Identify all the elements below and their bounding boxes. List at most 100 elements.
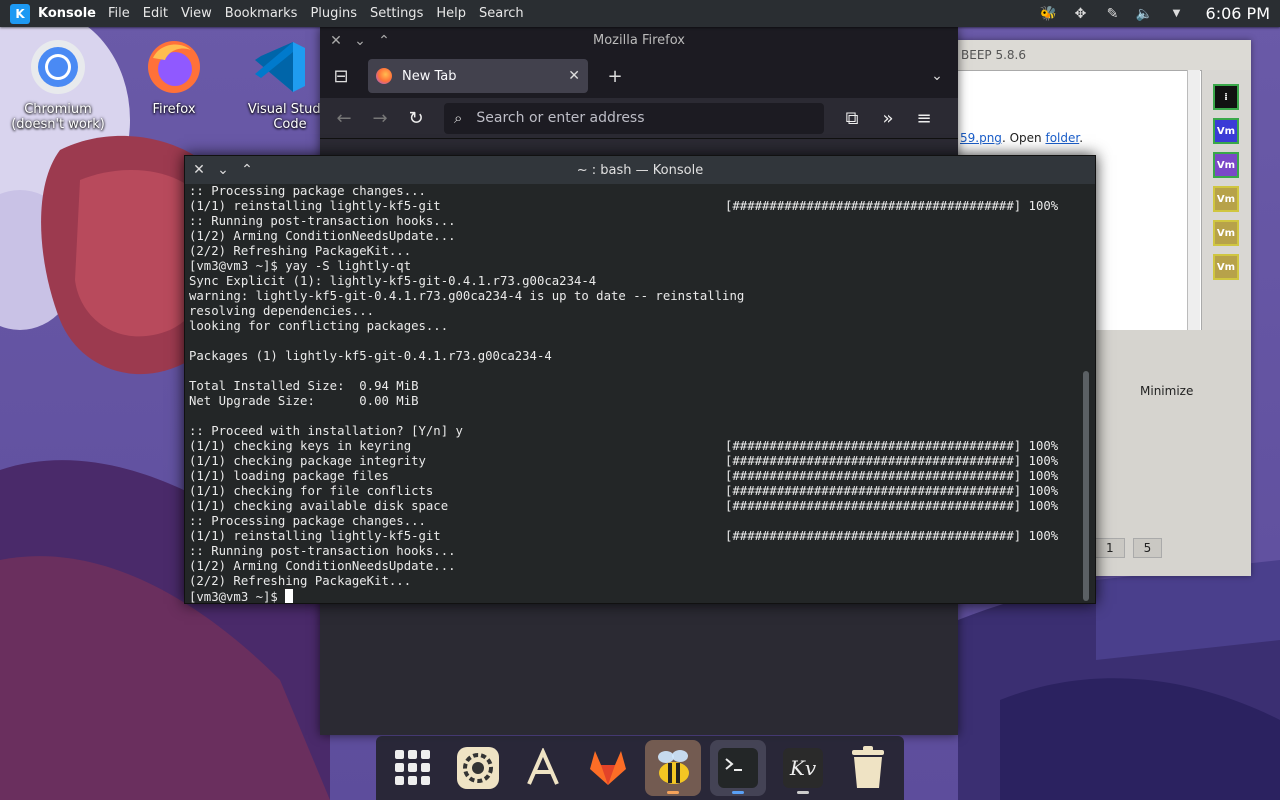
terminal-line: (1/1) loading package files [############… — [189, 469, 1079, 484]
close-tab-icon[interactable]: ✕ — [568, 68, 580, 84]
terminal-line-text: Net Upgrade Size: 0.00 MiB — [189, 394, 419, 408]
terminal-line: Net Upgrade Size: 0.00 MiB — [189, 394, 1079, 409]
minimize-icon[interactable]: ⌄ — [211, 162, 235, 178]
menu-settings[interactable]: Settings — [370, 6, 423, 21]
url-input[interactable] — [474, 109, 779, 127]
close-icon[interactable]: ✕ — [324, 33, 348, 49]
tab-new-tab[interactable]: New Tab ✕ — [368, 59, 588, 93]
beep-folder-link[interactable]: folder — [1045, 131, 1079, 145]
progress-bar-text: [######################################]… — [725, 454, 1059, 468]
maximize-icon[interactable]: ⌃ — [372, 33, 396, 49]
tray-expand-icon[interactable]: ▼ — [1168, 5, 1186, 23]
vm-icon-1[interactable]: Vm — [1213, 118, 1239, 144]
desktop-icon-label: Firefox — [152, 102, 196, 117]
minimize-label[interactable]: Minimize — [1140, 384, 1193, 398]
dock-item-app-grid[interactable] — [385, 740, 441, 796]
menu-search[interactable]: Search — [479, 6, 524, 21]
vm-icon-2[interactable]: Vm — [1213, 152, 1239, 178]
dock-item-gitlab[interactable] — [580, 740, 636, 796]
terminal-line-text: (1/2) Arming ConditionNeedsUpdate... — [189, 229, 456, 243]
terminal-scrollbar[interactable] — [1083, 371, 1089, 601]
text-cursor — [285, 589, 294, 603]
terminal-prompt-line[interactable]: [vm3@vm3 ~]$ — [189, 589, 1079, 603]
terminal-line: (1/2) Arming ConditionNeedsUpdate... — [189, 559, 1079, 574]
menu-bookmarks[interactable]: Bookmarks — [225, 6, 298, 21]
dock-item-trash[interactable] — [840, 740, 896, 796]
url-bar[interactable]: ⌕ — [444, 102, 824, 134]
desktop-icon-chromium[interactable]: Chromium (doesn't work) — [8, 38, 108, 132]
forward-icon[interactable]: → — [364, 108, 396, 129]
dock-item-kvantum[interactable]: Kv — [775, 740, 831, 796]
close-icon[interactable]: ✕ — [187, 162, 211, 178]
vm-icon-3[interactable]: Vm — [1213, 186, 1239, 212]
firefox-favicon-icon — [376, 68, 392, 84]
desktop-icon-firefox[interactable]: Firefox — [124, 38, 224, 117]
tab-label: New Tab — [402, 68, 457, 84]
terminal-line-text: :: Proceed with installation? [Y/n] y — [189, 424, 463, 438]
terminal-line-text: :: Running post-transaction hooks... — [189, 214, 456, 228]
vm-icon-5[interactable]: Vm — [1213, 254, 1239, 280]
terminal-line-text: resolving dependencies... — [189, 304, 375, 318]
menu-file[interactable]: File — [108, 6, 130, 21]
beep-file-name-link[interactable]: 59.png — [960, 131, 1002, 145]
terminal-line-text: Sync Explicit (1): lightly-kf5-git-0.4.1… — [189, 274, 597, 288]
clock[interactable]: 6:06 PM — [1206, 4, 1270, 23]
vm-icon-4[interactable]: Vm — [1213, 220, 1239, 246]
konsole-window-title: ~ : bash — Konsole — [576, 162, 704, 178]
running-indicator — [796, 791, 809, 794]
beep-scrollbar[interactable] — [1187, 70, 1200, 360]
terminal-line-text: (1/1) checking package integrity — [189, 454, 426, 468]
kde-launcher-icon[interactable]: K — [10, 3, 30, 24]
extensions-icon[interactable]: ⧉ — [836, 108, 868, 129]
dock-item-appstore[interactable] — [515, 740, 571, 796]
dock-item-settings[interactable] — [450, 740, 506, 796]
maximize-icon[interactable]: ⌃ — [235, 162, 259, 178]
dock-item-terminal[interactable] — [709, 740, 766, 796]
pen-icon[interactable]: ✎ — [1104, 5, 1122, 23]
terminal-line-text: (2/2) Refreshing PackageKit... — [189, 574, 412, 588]
terminal-line: (1/2) Arming ConditionNeedsUpdate... — [189, 229, 1079, 244]
desktop-icon-vscode[interactable]: Visual Studio Code — [240, 38, 320, 132]
back-icon[interactable]: ← — [328, 108, 360, 129]
volume-icon[interactable]: 🔈 — [1136, 5, 1154, 23]
progress-bar-text: [######################################]… — [725, 439, 1059, 453]
new-tab-icon[interactable]: + — [600, 66, 630, 87]
reload-icon[interactable]: ↻ — [400, 108, 432, 129]
menu-view[interactable]: View — [181, 6, 212, 21]
dock-item-beep[interactable] — [644, 740, 701, 796]
minimize-icon[interactable]: ⌄ — [348, 33, 372, 49]
terminal-line: (2/2) Refreshing PackageKit... — [189, 574, 1079, 589]
beep-open-label: Open — [1009, 131, 1042, 145]
beep-status-bar: 1 5 — [1095, 538, 1163, 558]
terminal-line: Packages (1) lightly-kf5-git-0.4.1.r73.g… — [189, 349, 1079, 364]
terminal-line: :: Running post-transaction hooks... — [189, 214, 1079, 229]
kvantum-icon: Kv — [782, 748, 823, 788]
network-icon[interactable]: ✥ — [1072, 5, 1090, 23]
beep-window-title: BEEP 5.8.6 — [955, 40, 1251, 70]
beep-screen-icon[interactable]: ⁞ — [1213, 84, 1239, 110]
appstore-icon — [526, 748, 559, 785]
status-count-1: 1 — [1095, 538, 1125, 558]
top-panel: K Konsole File Edit View Bookmarks Plugi… — [0, 0, 1280, 27]
terminal-icon — [717, 748, 758, 788]
overflow-menu-icon[interactable]: » — [872, 108, 904, 129]
terminal-line: Total Installed Size: 0.94 MiB — [189, 379, 1079, 394]
terminal-line-text: (1/1) checking keys in keyring — [189, 439, 412, 453]
menu-edit[interactable]: Edit — [143, 6, 168, 21]
tab-overview-icon[interactable]: ⊟ — [326, 66, 356, 87]
menu-help[interactable]: Help — [436, 6, 466, 21]
terminal-line-text: (1/1) checking for file conflicts — [189, 484, 434, 498]
menu-plugins[interactable]: Plugins — [310, 6, 357, 21]
desktop-icon-label: Chromium (doesn't work) — [11, 102, 105, 132]
progress-bar-text: [######################################]… — [725, 499, 1059, 513]
terminal-line-text: (1/1) reinstalling lightly-kf5-git — [189, 199, 441, 213]
hamburger-menu-icon[interactable]: ≡ — [908, 108, 940, 129]
beep-tray-icon[interactable]: 🐝 — [1040, 5, 1058, 23]
terminal-line: (1/1) checking keys in keyring [#########… — [189, 439, 1079, 454]
firefox-titlebar: ✕ ⌄ ⌃ Mozilla Firefox — [320, 27, 958, 54]
tab-list-icon[interactable]: ⌄ — [922, 68, 952, 84]
terminal-line-text: (1/1) reinstalling lightly-kf5-git — [189, 529, 441, 543]
terminal-output[interactable]: :: Processing package changes... (1/1) re… — [188, 184, 1079, 603]
terminal-line-text: (1/1) checking available disk space — [189, 499, 449, 513]
